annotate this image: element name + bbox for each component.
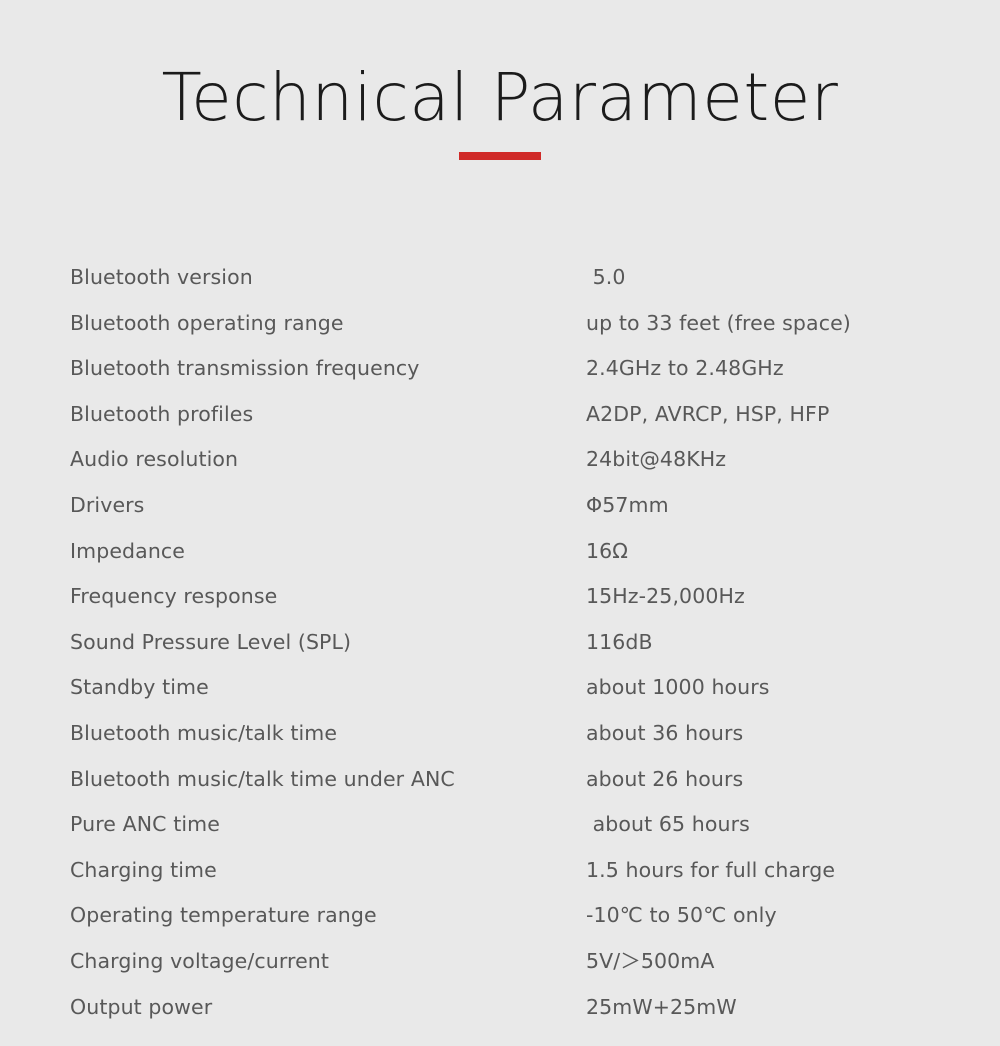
spec-label: Bluetooth music/talk time under ANC xyxy=(70,766,455,791)
spec-value: Φ57mm xyxy=(586,492,669,517)
spec-value: about 65 hours xyxy=(586,812,750,837)
spec-value: 116dB xyxy=(586,629,653,654)
spec-label: Charging time xyxy=(70,857,217,882)
spec-value: 24bit@48KHz xyxy=(586,447,727,472)
spec-row: Standby time about 1000 hours xyxy=(0,665,1000,711)
page-title: Technical Parameter xyxy=(161,59,839,136)
spec-value: about 36 hours xyxy=(586,720,744,745)
spec-label: Audio resolution xyxy=(70,447,239,472)
spec-value: about 26 hours xyxy=(586,766,744,791)
spec-row: Charging voltage/current 5V/＞500mA xyxy=(0,939,1000,985)
spec-label: Bluetooth operating range xyxy=(70,310,344,335)
spec-label: Standby time xyxy=(70,675,209,700)
spec-row: Bluetooth profiles A2DP, AVRCP, HSP, HFP xyxy=(0,392,1000,438)
spec-value: 5V/＞500mA xyxy=(586,948,715,973)
spec-row: Charging time 1.5 hours for full charge xyxy=(0,848,1000,894)
spec-row: Sound Pressure Level (SPL) 116dB xyxy=(0,620,1000,666)
spec-row: Output power 25mW+25mW xyxy=(0,985,1000,1031)
spec-row: Bluetooth music/talk time under ANC about… xyxy=(0,757,1000,803)
spec-value: 5.0 xyxy=(586,265,626,289)
spec-row: Drivers Φ57mm xyxy=(0,483,1000,529)
spec-value: about 1000 hours xyxy=(586,675,770,700)
spec-label: Bluetooth profiles xyxy=(70,401,254,426)
spec-row: Operating temperature range -10℃ to 50℃ o… xyxy=(0,893,1000,939)
spec-label: Output power xyxy=(70,994,213,1019)
spec-label: Bluetooth transmission frequency xyxy=(70,356,420,381)
page-header: Technical Parameter xyxy=(0,0,1000,160)
spec-value: 2.4GHz to 2.48GHz xyxy=(586,356,784,381)
spec-value: 25mW+25mW xyxy=(586,994,737,1019)
spec-row: Audio resolution 24bit@48KHz xyxy=(0,437,1000,483)
spec-row: Bluetooth operating range up to 33 feet (… xyxy=(0,301,1000,347)
spec-value: 1.5 hours for full charge xyxy=(586,857,836,882)
spec-value: 16Ω xyxy=(586,538,629,563)
spec-label: Impedance xyxy=(70,538,185,563)
spec-row: Bluetooth transmission frequency 2.4GHz t… xyxy=(0,346,1000,392)
spec-row: Pure ANC time about 65 hours xyxy=(0,802,1000,848)
spec-value: 15Hz-25,000Hz xyxy=(586,584,745,609)
spec-label: Bluetooth version xyxy=(70,265,253,289)
spec-label: Bluetooth music/talk time xyxy=(70,720,338,745)
technical-parameter-page: Technical Parameter Bluetooth version 5.… xyxy=(0,0,1000,1046)
spec-label: Drivers xyxy=(70,492,145,517)
spec-table: Bluetooth version 5.0 Bluetooth operating… xyxy=(0,255,1000,1030)
spec-row: Bluetooth music/talk time about 36 hours xyxy=(0,711,1000,757)
spec-label: Sound Pressure Level (SPL) xyxy=(70,629,352,654)
title-divider xyxy=(459,152,541,160)
spec-value: up to 33 feet (free space) xyxy=(586,310,851,335)
spec-row: Bluetooth version 5.0 xyxy=(0,255,1000,301)
spec-row: Impedance 16Ω xyxy=(0,529,1000,575)
spec-value: A2DP, AVRCP, HSP, HFP xyxy=(586,401,830,426)
spec-label: Frequency response xyxy=(70,584,278,609)
spec-label: Operating temperature range xyxy=(70,903,377,928)
spec-label: Pure ANC time xyxy=(70,812,220,837)
spec-row: Frequency response 15Hz-25,000Hz xyxy=(0,574,1000,620)
spec-label: Charging voltage/current xyxy=(70,948,330,973)
spec-value: -10℃ to 50℃ only xyxy=(586,903,777,928)
